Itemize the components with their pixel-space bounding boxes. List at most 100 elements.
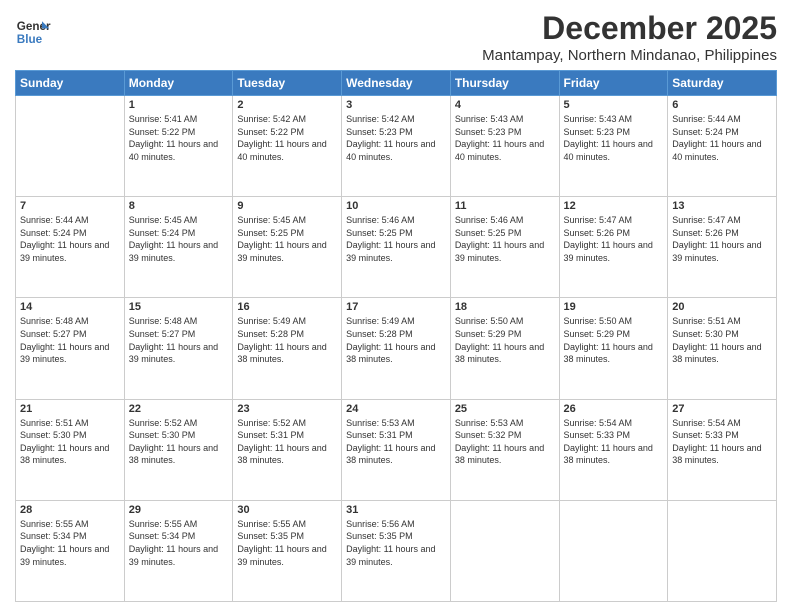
day-number: 23 xyxy=(237,403,337,415)
calendar-cell xyxy=(668,500,777,601)
week-row-4: 21 Sunrise: 5:51 AM Sunset: 5:30 PM Dayl… xyxy=(16,399,777,500)
calendar-cell: 18 Sunrise: 5:50 AM Sunset: 5:29 PM Dayl… xyxy=(450,298,559,399)
day-info: Sunrise: 5:50 AM Sunset: 5:29 PM Dayligh… xyxy=(564,315,664,365)
day-info: Sunrise: 5:46 AM Sunset: 5:25 PM Dayligh… xyxy=(455,214,555,264)
weekday-header-sunday: Sunday xyxy=(16,71,125,96)
calendar-cell: 23 Sunrise: 5:52 AM Sunset: 5:31 PM Dayl… xyxy=(233,399,342,500)
calendar-cell xyxy=(16,96,125,197)
calendar-cell: 26 Sunrise: 5:54 AM Sunset: 5:33 PM Dayl… xyxy=(559,399,668,500)
weekday-header-saturday: Saturday xyxy=(668,71,777,96)
day-info: Sunrise: 5:55 AM Sunset: 5:34 PM Dayligh… xyxy=(20,518,120,568)
day-number: 12 xyxy=(564,200,664,212)
calendar-cell: 20 Sunrise: 5:51 AM Sunset: 5:30 PM Dayl… xyxy=(668,298,777,399)
day-info: Sunrise: 5:49 AM Sunset: 5:28 PM Dayligh… xyxy=(346,315,446,365)
subtitle: Mantampay, Northern Mindanao, Philippine… xyxy=(482,47,777,64)
day-number: 1 xyxy=(129,99,229,111)
day-number: 27 xyxy=(672,403,772,415)
day-info: Sunrise: 5:53 AM Sunset: 5:32 PM Dayligh… xyxy=(455,417,555,467)
calendar-cell xyxy=(450,500,559,601)
day-info: Sunrise: 5:44 AM Sunset: 5:24 PM Dayligh… xyxy=(672,113,772,163)
day-number: 22 xyxy=(129,403,229,415)
day-info: Sunrise: 5:41 AM Sunset: 5:22 PM Dayligh… xyxy=(129,113,229,163)
day-info: Sunrise: 5:51 AM Sunset: 5:30 PM Dayligh… xyxy=(20,417,120,467)
day-number: 4 xyxy=(455,99,555,111)
calendar-cell: 7 Sunrise: 5:44 AM Sunset: 5:24 PM Dayli… xyxy=(16,197,125,298)
day-info: Sunrise: 5:49 AM Sunset: 5:28 PM Dayligh… xyxy=(237,315,337,365)
day-info: Sunrise: 5:42 AM Sunset: 5:22 PM Dayligh… xyxy=(237,113,337,163)
weekday-header-thursday: Thursday xyxy=(450,71,559,96)
calendar-cell: 15 Sunrise: 5:48 AM Sunset: 5:27 PM Dayl… xyxy=(124,298,233,399)
day-number: 9 xyxy=(237,200,337,212)
logo: General Blue xyxy=(15,14,55,50)
calendar-cell: 12 Sunrise: 5:47 AM Sunset: 5:26 PM Dayl… xyxy=(559,197,668,298)
calendar-cell: 6 Sunrise: 5:44 AM Sunset: 5:24 PM Dayli… xyxy=(668,96,777,197)
day-info: Sunrise: 5:53 AM Sunset: 5:31 PM Dayligh… xyxy=(346,417,446,467)
logo-icon: General Blue xyxy=(15,14,51,50)
day-info: Sunrise: 5:46 AM Sunset: 5:25 PM Dayligh… xyxy=(346,214,446,264)
day-number: 28 xyxy=(20,504,120,516)
day-info: Sunrise: 5:47 AM Sunset: 5:26 PM Dayligh… xyxy=(672,214,772,264)
header: General Blue December 2025 Mantampay, No… xyxy=(15,10,777,64)
day-info: Sunrise: 5:44 AM Sunset: 5:24 PM Dayligh… xyxy=(20,214,120,264)
day-number: 16 xyxy=(237,301,337,313)
day-info: Sunrise: 5:48 AM Sunset: 5:27 PM Dayligh… xyxy=(129,315,229,365)
day-number: 29 xyxy=(129,504,229,516)
day-info: Sunrise: 5:47 AM Sunset: 5:26 PM Dayligh… xyxy=(564,214,664,264)
calendar-cell: 4 Sunrise: 5:43 AM Sunset: 5:23 PM Dayli… xyxy=(450,96,559,197)
calendar-cell: 3 Sunrise: 5:42 AM Sunset: 5:23 PM Dayli… xyxy=(342,96,451,197)
calendar-body: 1 Sunrise: 5:41 AM Sunset: 5:22 PM Dayli… xyxy=(16,96,777,602)
week-row-3: 14 Sunrise: 5:48 AM Sunset: 5:27 PM Dayl… xyxy=(16,298,777,399)
day-info: Sunrise: 5:55 AM Sunset: 5:34 PM Dayligh… xyxy=(129,518,229,568)
page: General Blue December 2025 Mantampay, No… xyxy=(0,0,792,612)
calendar-table: SundayMondayTuesdayWednesdayThursdayFrid… xyxy=(15,70,777,602)
calendar-cell: 2 Sunrise: 5:42 AM Sunset: 5:22 PM Dayli… xyxy=(233,96,342,197)
weekday-header-monday: Monday xyxy=(124,71,233,96)
weekday-header-friday: Friday xyxy=(559,71,668,96)
day-number: 26 xyxy=(564,403,664,415)
day-number: 21 xyxy=(20,403,120,415)
calendar-cell: 1 Sunrise: 5:41 AM Sunset: 5:22 PM Dayli… xyxy=(124,96,233,197)
day-number: 20 xyxy=(672,301,772,313)
calendar-cell: 13 Sunrise: 5:47 AM Sunset: 5:26 PM Dayl… xyxy=(668,197,777,298)
weekday-header-row: SundayMondayTuesdayWednesdayThursdayFrid… xyxy=(16,71,777,96)
day-info: Sunrise: 5:54 AM Sunset: 5:33 PM Dayligh… xyxy=(564,417,664,467)
calendar-cell: 21 Sunrise: 5:51 AM Sunset: 5:30 PM Dayl… xyxy=(16,399,125,500)
day-number: 2 xyxy=(237,99,337,111)
title-block: December 2025 Mantampay, Northern Mindan… xyxy=(482,10,777,64)
day-number: 31 xyxy=(346,504,446,516)
day-number: 5 xyxy=(564,99,664,111)
calendar-cell: 27 Sunrise: 5:54 AM Sunset: 5:33 PM Dayl… xyxy=(668,399,777,500)
day-info: Sunrise: 5:43 AM Sunset: 5:23 PM Dayligh… xyxy=(455,113,555,163)
day-number: 24 xyxy=(346,403,446,415)
day-number: 19 xyxy=(564,301,664,313)
day-number: 15 xyxy=(129,301,229,313)
calendar-cell xyxy=(559,500,668,601)
calendar-cell: 17 Sunrise: 5:49 AM Sunset: 5:28 PM Dayl… xyxy=(342,298,451,399)
day-number: 17 xyxy=(346,301,446,313)
day-info: Sunrise: 5:51 AM Sunset: 5:30 PM Dayligh… xyxy=(672,315,772,365)
day-info: Sunrise: 5:45 AM Sunset: 5:25 PM Dayligh… xyxy=(237,214,337,264)
day-number: 14 xyxy=(20,301,120,313)
calendar-cell: 8 Sunrise: 5:45 AM Sunset: 5:24 PM Dayli… xyxy=(124,197,233,298)
weekday-header-wednesday: Wednesday xyxy=(342,71,451,96)
day-info: Sunrise: 5:50 AM Sunset: 5:29 PM Dayligh… xyxy=(455,315,555,365)
day-number: 3 xyxy=(346,99,446,111)
calendar-cell: 9 Sunrise: 5:45 AM Sunset: 5:25 PM Dayli… xyxy=(233,197,342,298)
calendar-cell: 28 Sunrise: 5:55 AM Sunset: 5:34 PM Dayl… xyxy=(16,500,125,601)
day-number: 30 xyxy=(237,504,337,516)
day-number: 11 xyxy=(455,200,555,212)
calendar-cell: 31 Sunrise: 5:56 AM Sunset: 5:35 PM Dayl… xyxy=(342,500,451,601)
calendar-cell: 19 Sunrise: 5:50 AM Sunset: 5:29 PM Dayl… xyxy=(559,298,668,399)
calendar-cell: 25 Sunrise: 5:53 AM Sunset: 5:32 PM Dayl… xyxy=(450,399,559,500)
calendar-cell: 29 Sunrise: 5:55 AM Sunset: 5:34 PM Dayl… xyxy=(124,500,233,601)
day-number: 8 xyxy=(129,200,229,212)
day-info: Sunrise: 5:56 AM Sunset: 5:35 PM Dayligh… xyxy=(346,518,446,568)
day-number: 10 xyxy=(346,200,446,212)
calendar-cell: 14 Sunrise: 5:48 AM Sunset: 5:27 PM Dayl… xyxy=(16,298,125,399)
day-number: 7 xyxy=(20,200,120,212)
week-row-2: 7 Sunrise: 5:44 AM Sunset: 5:24 PM Dayli… xyxy=(16,197,777,298)
day-info: Sunrise: 5:54 AM Sunset: 5:33 PM Dayligh… xyxy=(672,417,772,467)
week-row-5: 28 Sunrise: 5:55 AM Sunset: 5:34 PM Dayl… xyxy=(16,500,777,601)
calendar-cell: 30 Sunrise: 5:55 AM Sunset: 5:35 PM Dayl… xyxy=(233,500,342,601)
day-info: Sunrise: 5:48 AM Sunset: 5:27 PM Dayligh… xyxy=(20,315,120,365)
